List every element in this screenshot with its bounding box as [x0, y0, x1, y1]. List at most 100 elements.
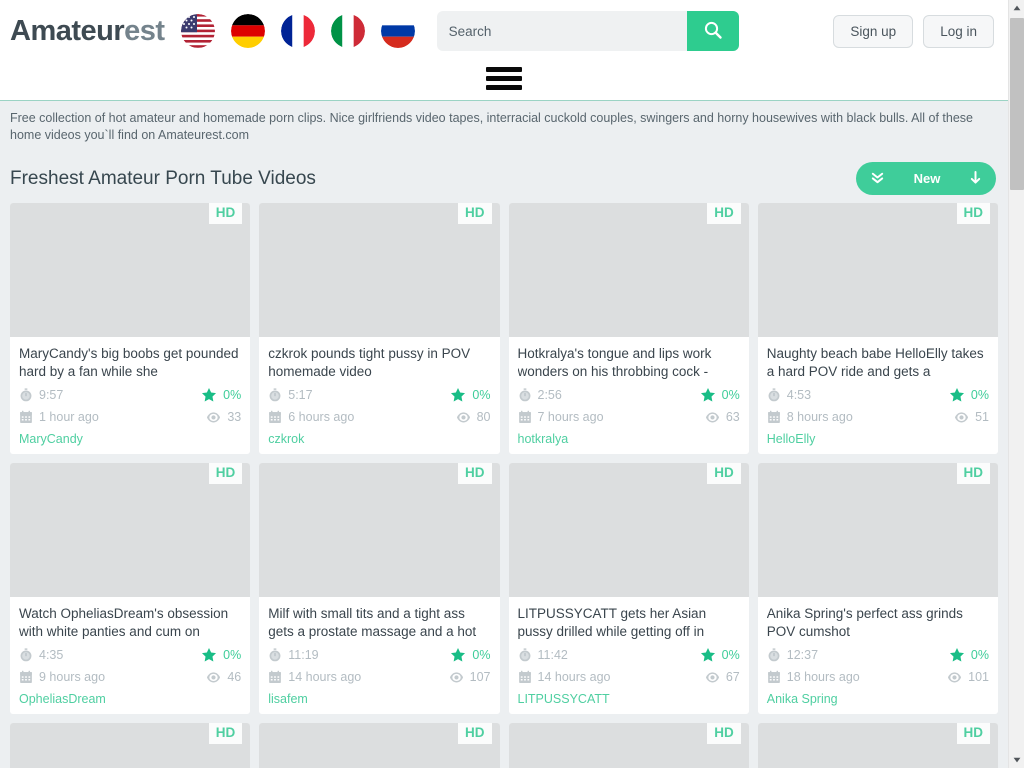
video-duration: 2:56: [518, 388, 562, 402]
hamburger-bar: [486, 67, 522, 72]
section-header: Freshest Amateur Porn Tube Videos New: [0, 152, 1008, 203]
video-uploader-link[interactable]: lisafem: [268, 692, 490, 706]
video-meta-row-secondary: 8 hours ago 51: [767, 406, 989, 428]
hd-badge: HD: [458, 463, 492, 484]
eye-icon: [705, 410, 720, 425]
video-uploader-link[interactable]: MaryCandy: [19, 432, 241, 446]
video-duration-text: 11:19: [288, 648, 319, 662]
hamburger-bar: [486, 76, 522, 81]
video-card[interactable]: HD Naughty beach babe HelloElly takes a …: [757, 203, 998, 454]
signup-button[interactable]: Sign up: [833, 14, 914, 48]
video-thumbnail[interactable]: HD: [508, 203, 749, 337]
video-rating-text: 0%: [721, 388, 740, 402]
video-card[interactable]: HD Anika Spring's perfect ass grinds POV…: [757, 463, 998, 714]
video-card[interactable]: HD MaryCandy's big boobs get pounded har…: [10, 203, 251, 454]
flag-italy-icon[interactable]: [330, 14, 365, 48]
hamburger-menu-icon[interactable]: [486, 67, 522, 90]
search-button[interactable]: [686, 11, 739, 51]
video-age: 14 hours ago: [518, 670, 610, 684]
stopwatch-icon: [518, 648, 532, 662]
video-age: 14 hours ago: [268, 670, 361, 684]
page-scrollbar[interactable]: [1008, 0, 1024, 768]
site-logo[interactable]: Amateurest: [10, 15, 165, 48]
video-uploader-link[interactable]: hotkralya: [518, 432, 740, 446]
video-uploader-link[interactable]: HelloElly: [767, 432, 989, 446]
eye-icon: [449, 670, 464, 685]
video-thumbnail[interactable]: HD: [10, 463, 251, 597]
scrollbar-up-arrow-icon[interactable]: [1009, 0, 1024, 16]
video-meta-row-secondary: 14 hours ago 107: [268, 666, 491, 688]
video-card[interactable]: HD LITPUSSYCATT gets her Asian pussy dri…: [508, 463, 749, 714]
video-thumbnail[interactable]: HD: [10, 203, 251, 337]
video-card[interactable]: HD: [508, 723, 749, 768]
video-uploader-link[interactable]: LITPUSSYCATT: [518, 692, 740, 706]
star-icon: [201, 647, 217, 663]
video-age: 1 hour ago: [19, 410, 99, 424]
video-thumbnail[interactable]: HD: [757, 203, 998, 337]
video-uploader-link[interactable]: czkrok: [268, 432, 490, 446]
video-card[interactable]: HD: [757, 723, 998, 768]
video-grid: HD MaryCandy's big boobs get pounded har…: [0, 203, 1008, 768]
video-card[interactable]: HD czkrok pounds tight pussy in POV home…: [259, 203, 500, 454]
video-card-body: Watch OpheliasDream's obsession with whi…: [10, 597, 250, 714]
video-duration-text: 11:42: [537, 648, 568, 662]
eye-icon: [206, 670, 221, 685]
video-card-body: czkrok pounds tight pussy in POV homemad…: [259, 337, 499, 454]
video-uploader-link[interactable]: OpheliasDream: [19, 692, 241, 706]
video-age-text: 9 hours ago: [39, 670, 106, 684]
video-card[interactable]: HD: [259, 723, 500, 768]
video-views-text: 46: [227, 670, 242, 684]
video-duration: 5:17: [268, 388, 313, 402]
video-card[interactable]: HD Milf with small tits and a tight ass …: [259, 463, 500, 714]
video-rating: 0%: [700, 647, 740, 663]
stopwatch-icon: [518, 388, 532, 402]
video-card[interactable]: HD Hotkralya's tongue and lips work wond…: [508, 203, 749, 454]
video-thumbnail[interactable]: HD: [757, 723, 998, 768]
video-card[interactable]: HD Watch OpheliasDream's obsession with …: [10, 463, 251, 714]
flag-germany-icon[interactable]: [230, 14, 265, 48]
flag-france-icon[interactable]: [280, 14, 315, 48]
scrollbar-down-arrow-icon[interactable]: [1009, 752, 1024, 768]
video-thumbnail[interactable]: HD: [259, 463, 500, 597]
calendar-icon: [19, 410, 33, 424]
hd-badge: HD: [956, 203, 990, 224]
flag-russia-icon[interactable]: [380, 14, 415, 48]
video-age-text: 1 hour ago: [39, 410, 99, 424]
flag-usa-icon[interactable]: [180, 14, 215, 48]
header-top-row: Amateurest Search Sign up Log in: [0, 0, 1008, 62]
video-duration-text: 4:53: [786, 388, 812, 402]
video-thumbnail[interactable]: HD: [10, 723, 251, 768]
hd-badge: HD: [707, 463, 741, 484]
video-thumbnail[interactable]: HD: [508, 463, 749, 597]
video-thumbnail[interactable]: HD: [508, 723, 749, 768]
star-icon: [700, 647, 716, 663]
stopwatch-icon: [767, 648, 781, 662]
hd-badge: HD: [707, 203, 741, 224]
calendar-icon: [518, 410, 532, 424]
video-uploader-link[interactable]: Anika Spring: [767, 692, 989, 706]
video-meta-row-primary: 4:53 0%: [767, 384, 989, 406]
video-meta-row-primary: 5:17 0%: [268, 384, 491, 406]
site-description: Free collection of hot amateur and homem…: [0, 101, 1008, 152]
video-card[interactable]: HD: [10, 723, 251, 768]
login-button[interactable]: Log in: [923, 14, 994, 48]
video-views: 107: [449, 670, 491, 685]
video-duration-text: 4:35: [39, 648, 64, 662]
video-thumbnail[interactable]: HD: [259, 723, 500, 768]
hd-badge: HD: [707, 723, 741, 744]
logo-text-secondary: est: [124, 14, 165, 47]
video-card-body: Hotkralya's tongue and lips work wonders…: [509, 337, 749, 454]
video-rating: 0%: [949, 647, 989, 663]
star-icon: [201, 387, 217, 403]
video-thumbnail[interactable]: HD: [757, 463, 998, 597]
video-thumbnail[interactable]: HD: [259, 203, 500, 337]
scrollbar-thumb[interactable]: [1010, 18, 1024, 190]
video-views-text: 51: [975, 410, 989, 424]
video-meta-row-secondary: 6 hours ago 80: [268, 406, 491, 428]
calendar-icon: [518, 670, 532, 684]
hd-badge: HD: [956, 723, 990, 744]
search-input[interactable]: [436, 11, 687, 51]
sort-button[interactable]: New: [856, 162, 996, 195]
video-age: 6 hours ago: [268, 410, 354, 424]
calendar-icon: [767, 670, 781, 684]
